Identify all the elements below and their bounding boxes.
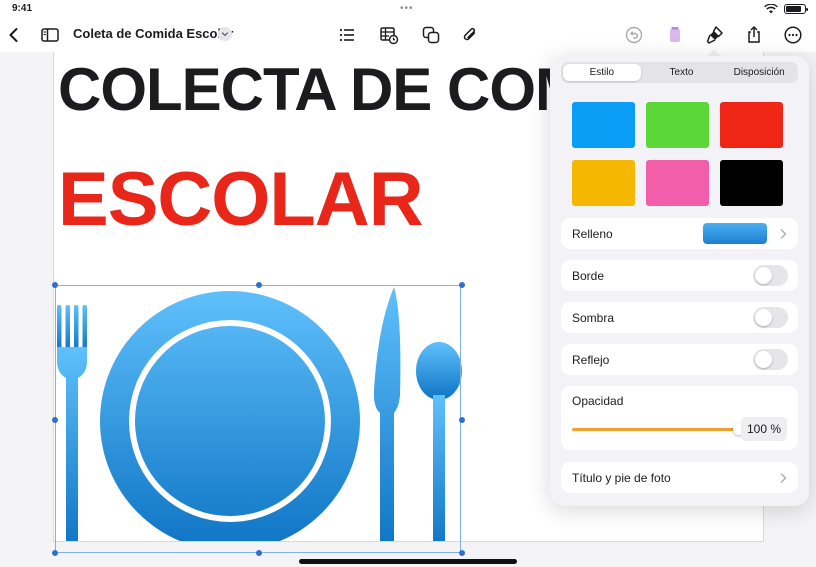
attachment-icon bbox=[463, 27, 476, 41]
back-icon bbox=[9, 28, 18, 42]
status-bar: 9:41 ••• bbox=[0, 0, 816, 18]
wifi-icon bbox=[764, 4, 778, 14]
tab-arrange[interactable]: Disposición bbox=[720, 62, 798, 83]
format-brush-icon bbox=[706, 26, 723, 44]
fill-preview[interactable] bbox=[703, 223, 767, 244]
tab-style[interactable]: Estilo bbox=[563, 64, 641, 81]
more-button[interactable] bbox=[780, 23, 806, 47]
resize-handle-left[interactable] bbox=[52, 417, 58, 423]
sidebar-button[interactable] bbox=[37, 23, 63, 47]
list-button[interactable] bbox=[334, 23, 360, 47]
share-button[interactable] bbox=[741, 23, 767, 47]
shapes-button[interactable] bbox=[418, 23, 444, 47]
tab-text[interactable]: Texto bbox=[643, 62, 721, 83]
resize-handle-top-left[interactable] bbox=[52, 282, 58, 288]
style-swatches bbox=[572, 102, 784, 206]
undo-icon bbox=[625, 26, 643, 44]
status-indicators bbox=[764, 4, 808, 14]
shadow-label: Sombra bbox=[572, 311, 615, 325]
document-title[interactable]: Coleta de Comida Escolar bbox=[73, 26, 233, 41]
headline-line-2[interactable]: ESCOLAR bbox=[58, 162, 424, 238]
swatch-blue[interactable] bbox=[572, 102, 635, 148]
caption-label: Título y pie de foto bbox=[572, 471, 671, 485]
border-toggle[interactable] bbox=[753, 265, 788, 286]
border-label: Borde bbox=[572, 269, 605, 283]
swatch-green[interactable] bbox=[646, 102, 709, 148]
format-button[interactable] bbox=[702, 23, 728, 47]
resize-handle-bottom-left[interactable] bbox=[52, 550, 58, 556]
swatch-yellow[interactable] bbox=[572, 160, 635, 206]
status-time: 9:41 bbox=[12, 3, 33, 14]
shadow-toggle[interactable] bbox=[753, 307, 788, 328]
shapes-icon bbox=[422, 26, 440, 44]
opacity-slider-track[interactable] bbox=[572, 428, 737, 431]
chevron-right-icon bbox=[780, 472, 787, 484]
opacity-label: Opacidad bbox=[572, 394, 624, 408]
table-clock-icon bbox=[380, 27, 399, 45]
back-button[interactable] bbox=[1, 23, 27, 47]
undo-button[interactable] bbox=[621, 23, 647, 47]
swatch-red[interactable] bbox=[720, 102, 783, 148]
swatch-pink[interactable] bbox=[646, 160, 709, 206]
resize-handle-bottom[interactable] bbox=[256, 550, 262, 556]
share-icon bbox=[748, 25, 760, 43]
list-icon bbox=[339, 28, 354, 42]
delete-button[interactable] bbox=[662, 23, 688, 47]
opacity-section: Opacidad 100 % bbox=[561, 386, 798, 450]
trash-icon bbox=[670, 27, 680, 42]
opacity-value-field[interactable]: 100 % bbox=[741, 417, 787, 441]
border-row: Borde bbox=[561, 260, 798, 291]
title-menu-button[interactable] bbox=[218, 27, 232, 41]
reflection-label: Reflejo bbox=[572, 353, 610, 367]
toolbar: Coleta de Comida Escolar bbox=[0, 18, 816, 52]
multitasking-dots[interactable]: ••• bbox=[400, 3, 414, 14]
resize-handle-right[interactable] bbox=[459, 417, 465, 423]
more-icon bbox=[784, 26, 802, 44]
format-tabs: Estilo Texto Disposición bbox=[561, 62, 798, 83]
chevron-right-icon bbox=[780, 228, 787, 240]
battery-icon bbox=[784, 4, 808, 14]
attachment-button[interactable] bbox=[457, 23, 483, 47]
image-selection-box[interactable] bbox=[52, 282, 465, 556]
resize-handle-bottom-right[interactable] bbox=[459, 550, 465, 556]
chevron-down-icon bbox=[221, 32, 229, 37]
reflection-toggle[interactable] bbox=[753, 349, 788, 370]
sidebar-icon bbox=[41, 28, 59, 42]
table-button[interactable] bbox=[376, 23, 402, 47]
home-indicator[interactable] bbox=[299, 559, 517, 564]
reflection-row: Reflejo bbox=[561, 344, 798, 375]
fill-row[interactable]: Relleno bbox=[561, 218, 798, 249]
format-panel: Estilo Texto Disposición Relleno Borde S… bbox=[550, 56, 809, 506]
caption-row[interactable]: Título y pie de foto bbox=[561, 462, 798, 493]
resize-handle-top[interactable] bbox=[256, 282, 262, 288]
swatch-black[interactable] bbox=[720, 160, 783, 206]
shadow-row: Sombra bbox=[561, 302, 798, 333]
resize-handle-top-right[interactable] bbox=[459, 282, 465, 288]
fill-label: Relleno bbox=[572, 227, 613, 241]
